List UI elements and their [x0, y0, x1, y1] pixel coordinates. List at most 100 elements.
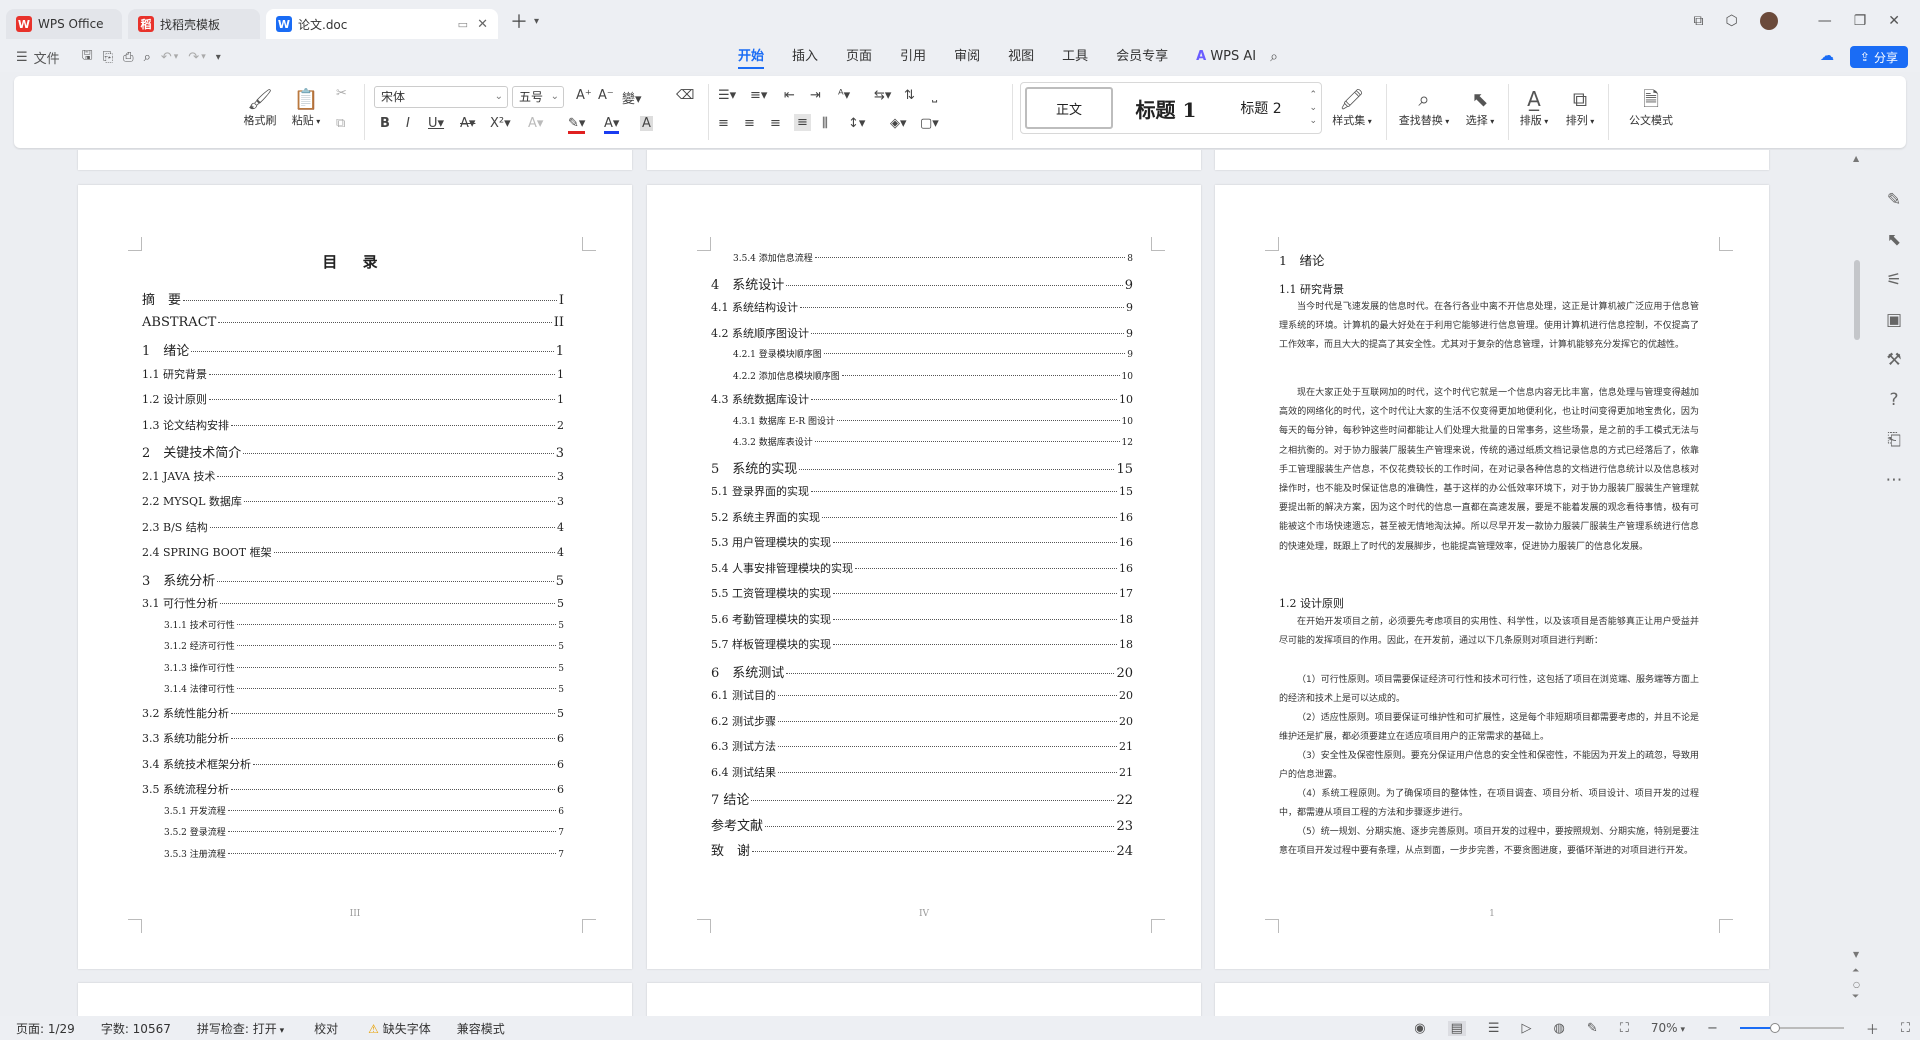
cloud-sync-icon[interactable]: ☁ — [1820, 48, 1834, 64]
hamburger-icon[interactable]: ☰ — [16, 50, 28, 65]
pen-icon[interactable]: ✎ — [1887, 190, 1901, 210]
save-icon[interactable]: 🖫 — [82, 46, 93, 68]
toc-entry[interactable]: 6.3 测试方法 21 — [711, 738, 1133, 754]
zoom-level[interactable]: 70% ▾ — [1651, 1021, 1685, 1035]
text-direction-icon[interactable]: ᴬ▾ — [838, 88, 850, 103]
toc-entry[interactable]: 4 系统设计 9 — [711, 274, 1133, 293]
document-canvas[interactable]: 目 录 摘 要 I ABSTRACT II 1 绪论 1 1.1 研究背景 1 1.2 设计原则… — [0, 150, 1864, 1016]
align-left-icon[interactable]: ≡ — [718, 116, 729, 131]
scroll-down-icon[interactable]: ▼ — [1853, 950, 1859, 959]
toc-entry[interactable]: 1 绪论 1 — [142, 340, 564, 359]
toc-entry[interactable]: 3.5.4 添加信息流程 8 — [733, 251, 1133, 264]
close-tab-icon[interactable]: ✕ — [477, 17, 488, 32]
menu-home[interactable]: 开始 — [724, 42, 778, 72]
menu-view[interactable]: 视图 — [994, 42, 1048, 72]
toc-entry[interactable]: 3.3 系统功能分析 6 — [142, 730, 564, 746]
toc-entry[interactable]: 5.2 系统主界面的实现 16 — [711, 509, 1133, 525]
adjust-icon[interactable]: ⚟ — [1886, 270, 1901, 290]
toc-entry[interactable]: 3.2 系统性能分析 5 — [142, 705, 564, 721]
toc-entry[interactable]: 5.1 登录界面的实现 15 — [711, 483, 1133, 499]
outline-view-icon[interactable]: ☰ — [1488, 1021, 1500, 1036]
customize-toolbar-icon[interactable]: ▾ — [216, 52, 221, 63]
toc-entry[interactable]: 6 系统测试 20 — [711, 662, 1133, 681]
bullet-list-icon[interactable]: ☰▾ — [718, 88, 736, 103]
format-painter-button[interactable]: 🖌 格式刷 — [240, 86, 280, 128]
paste-button[interactable]: 📋 粘贴 ▾ — [286, 86, 326, 128]
cut-icon[interactable]: ✂ — [336, 86, 347, 101]
style-heading-1[interactable]: 标题 1 — [1121, 87, 1211, 129]
toc-entry[interactable]: 5 系统的实现 15 — [711, 458, 1133, 477]
increase-indent-icon[interactable]: ⇥ — [810, 88, 821, 103]
grow-font-icon[interactable]: A⁺ — [576, 88, 592, 103]
toc-entry[interactable]: 3.4 系统技术框架分析 6 — [142, 756, 564, 772]
select-button[interactable]: ⬉ 选择 ▾ — [1458, 86, 1502, 128]
print-preview-icon[interactable]: ⌕ — [144, 50, 151, 65]
font-size-select[interactable]: 五号 ⌄ — [512, 86, 564, 108]
arrange-button[interactable]: ⧉ 排列 ▾ — [1560, 86, 1600, 128]
borders-icon[interactable]: ▢▾ — [920, 116, 939, 131]
layout-button[interactable]: A̲ 排版 ▾ — [1514, 86, 1554, 128]
toc-entry[interactable]: 2.1 JAVA 技术 3 — [142, 468, 564, 484]
close-window-icon[interactable]: ✕ — [1888, 13, 1900, 29]
eye-protection-icon[interactable]: ◉ — [1414, 1021, 1425, 1036]
menu-member[interactable]: 会员专享 — [1102, 42, 1182, 72]
scroll-up-icon[interactable]: ▲ — [1853, 154, 1859, 163]
justify-icon[interactable]: ≡ — [794, 114, 811, 131]
help-icon[interactable]: ? — [1889, 390, 1898, 410]
toc-entry[interactable]: 6.1 测试目的 20 — [711, 687, 1133, 703]
toc-entry[interactable]: 2.4 SPRING BOOT 框架 4 — [142, 544, 564, 560]
word-count[interactable]: 字数: 10567 — [101, 1020, 171, 1037]
toc-entry[interactable]: 5.7 样板管理模块的实现 18 — [711, 636, 1133, 652]
share-doc-icon[interactable]: ⎗ — [1887, 430, 1901, 450]
find-replace-button[interactable]: ⌕ 查找替换 ▾ — [1392, 86, 1456, 128]
superscript-button[interactable]: X²▾ — [490, 116, 511, 131]
menu-insert[interactable]: 插入 — [778, 42, 832, 72]
chinese-layout-icon[interactable]: ⇆▾ — [874, 88, 891, 103]
tools-icon[interactable]: ⚒ — [1886, 350, 1901, 370]
toc-entry[interactable]: 4.2.1 登录模块顺序图 9 — [733, 347, 1133, 360]
align-right-icon[interactable]: ≡ — [770, 116, 781, 131]
toc-entry[interactable]: 1.3 论文结构安排 2 — [142, 417, 564, 433]
scroll-thumb[interactable] — [1854, 260, 1860, 340]
toc-entry[interactable]: 2.2 MYSQL 数据库 3 — [142, 493, 564, 509]
toc-entry[interactable]: 4.3.1 数据库 E-R 图设计 10 — [733, 414, 1133, 427]
page-indicator[interactable]: 页面: 1/29 — [16, 1020, 75, 1037]
toc-entry[interactable]: 4.2.2 添加信息模块顺序图 10 — [733, 369, 1133, 382]
zoom-in-icon[interactable]: ＋ — [1866, 1019, 1879, 1038]
share-button[interactable]: ⇪ 分享 — [1849, 46, 1908, 68]
multi-window-icon[interactable]: ⧉ — [1693, 13, 1703, 29]
menu-page[interactable]: 页面 — [832, 42, 886, 72]
toc-entry[interactable]: 2.3 B/S 结构 4 — [142, 519, 564, 535]
tab-docer-templates[interactable]: 稻 找稻壳模板 — [128, 9, 260, 39]
official-doc-button[interactable]: 🗎 公文模式 — [1624, 86, 1678, 128]
tab-document[interactable]: W 论文.doc ▭ ✕ — [266, 9, 498, 39]
clear-format-icon[interactable]: ⌫ — [676, 88, 694, 103]
underline-button[interactable]: U▾ — [428, 116, 444, 131]
zoom-slider[interactable] — [1739, 1021, 1844, 1035]
page-view-icon[interactable]: ▤ — [1447, 1020, 1466, 1036]
toc-entry[interactable]: 1.2 设计原则 1 — [142, 391, 564, 407]
pen-mode-icon[interactable]: ✎ — [1587, 1021, 1598, 1036]
play-icon[interactable]: ▷ — [1522, 1021, 1532, 1036]
align-center-icon[interactable]: ≡ — [744, 116, 755, 131]
image-icon[interactable]: ▣ — [1886, 310, 1902, 330]
toc-entry[interactable]: 3.1.1 技术可行性 5 — [164, 618, 564, 631]
toc-entry[interactable]: 致 谢 24 — [711, 840, 1133, 859]
search-icon[interactable]: ⌕ — [1270, 49, 1278, 65]
fit-page-icon[interactable]: ⛶ — [1620, 1021, 1629, 1036]
style-set-button[interactable]: 🖍 样式集 ▾ — [1324, 86, 1380, 128]
font-family-select[interactable]: 宋体 ⌄ — [374, 86, 508, 108]
bold-button[interactable]: B — [380, 116, 390, 131]
spell-check-toggle[interactable]: 拼写检查: 打开 ▾ — [197, 1020, 284, 1037]
toc-entry[interactable]: 3.1 可行性分析 5 — [142, 595, 564, 611]
fullscreen-icon[interactable]: ⛶ — [1901, 1021, 1910, 1036]
page-toc-1[interactable]: 目 录 摘 要 I ABSTRACT II 1 绪论 1 1.1 研究背景 1 1.2 设计原则… — [78, 185, 632, 969]
vertical-scrollbar[interactable]: ▲ ▼ ⏶ ○ ⏷ — [1850, 150, 1864, 1016]
toc-entry[interactable]: 4.2 系统顺序图设计 9 — [711, 325, 1133, 341]
minimize-icon[interactable]: — — [1818, 13, 1832, 29]
page-select-icon[interactable]: ○ — [1853, 980, 1860, 989]
cube-icon[interactable]: ⬡ — [1725, 13, 1737, 29]
toc-entry[interactable]: 5.3 用户管理模块的实现 16 — [711, 534, 1133, 550]
toc-entry[interactable]: 3 系统分析 5 — [142, 570, 564, 589]
toc-entry[interactable]: 3.1.3 操作可行性 5 — [164, 661, 564, 674]
